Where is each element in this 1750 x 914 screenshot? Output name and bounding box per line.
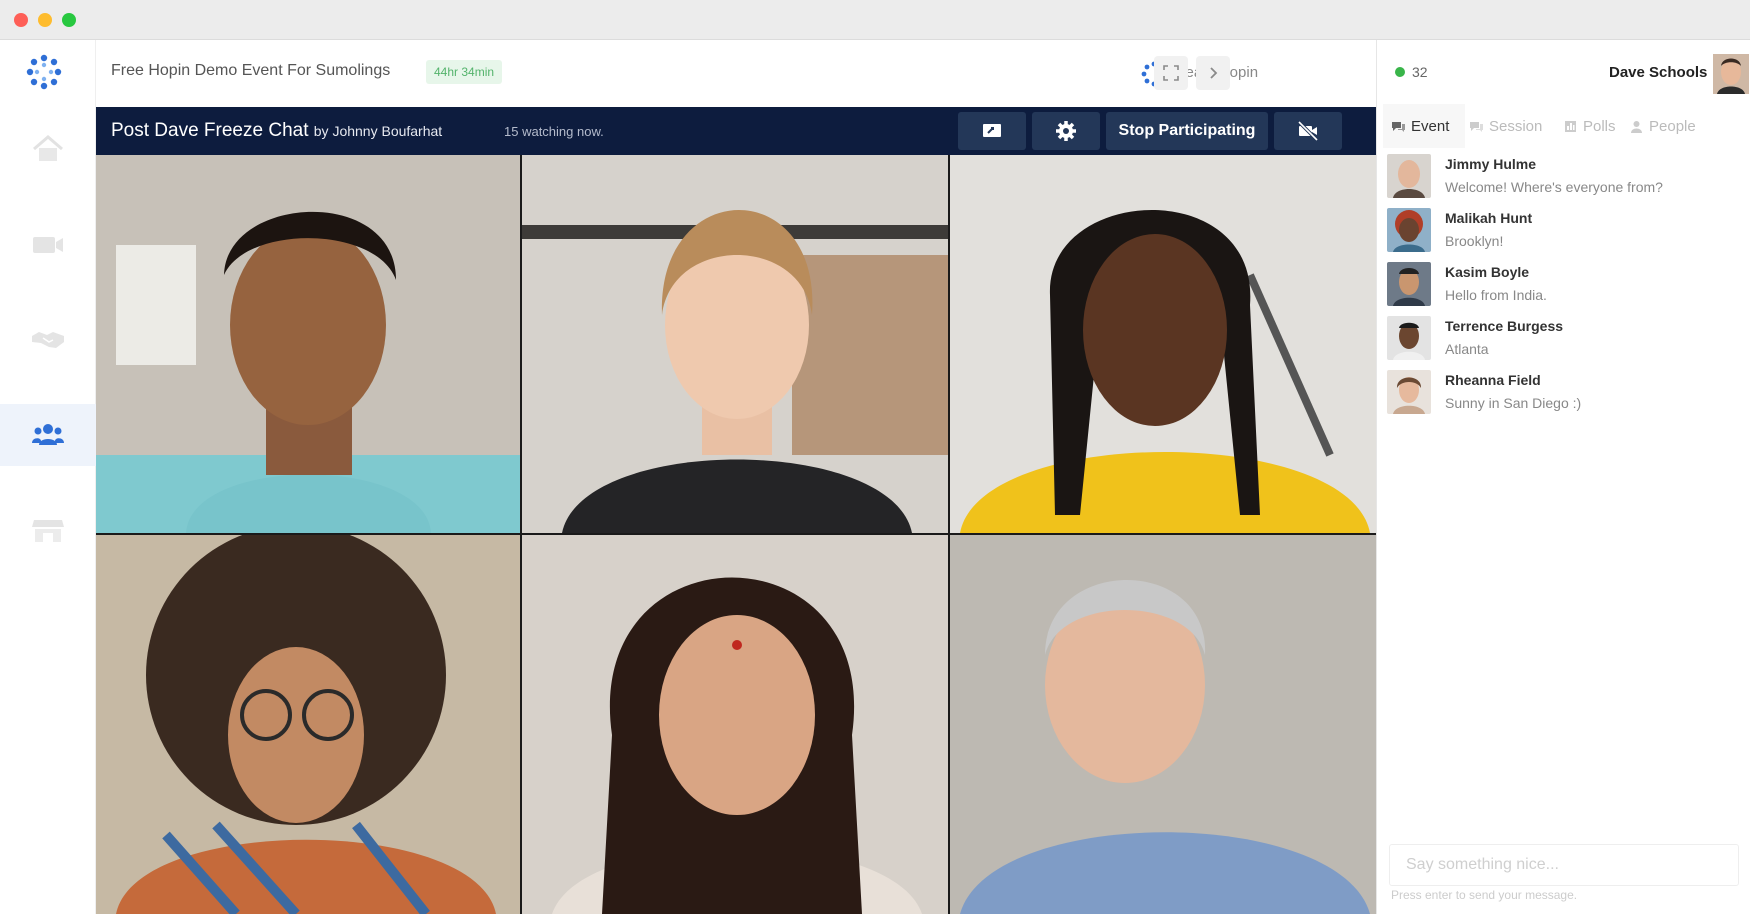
settings-button[interactable] <box>1032 112 1100 150</box>
watching-count: 15 watching now. <box>504 124 604 139</box>
sidebar-item-networking[interactable] <box>0 308 96 370</box>
camera-off-button[interactable] <box>1274 112 1342 150</box>
chat-text: Brooklyn! <box>1445 233 1504 249</box>
camera-off-icon <box>1297 120 1319 142</box>
tab-polls[interactable]: Polls <box>1563 104 1616 148</box>
fullscreen-icon <box>1163 65 1179 81</box>
current-user-name[interactable]: Dave Schools <box>1609 64 1707 81</box>
session-title: Post Dave Freeze Chat <box>111 120 309 141</box>
chat-icon <box>1392 121 1405 132</box>
person-icon <box>1631 120 1642 133</box>
session-bar: Post Dave Freeze Chat by Johnny Boufarha… <box>96 107 1376 155</box>
left-sidebar <box>0 40 96 914</box>
chat-panel: 32 Dave Schools Event Session Polls Peop… <box>1376 40 1750 914</box>
chat-author[interactable]: Kasim Boyle <box>1445 264 1529 280</box>
hopin-logo-icon[interactable] <box>24 52 64 92</box>
people-icon <box>32 424 64 445</box>
video-tile-participant-5[interactable] <box>522 535 948 914</box>
online-status-dot <box>1395 67 1405 77</box>
tab-event[interactable]: Event <box>1383 104 1465 148</box>
collapse-panel-button[interactable] <box>1196 56 1230 90</box>
avatar[interactable] <box>1387 208 1431 252</box>
window-titlebar <box>0 0 1750 40</box>
chat-text: Welcome! Where's everyone from? <box>1445 179 1663 195</box>
sidebar-item-sessions[interactable] <box>0 404 96 466</box>
window-minimize-button[interactable] <box>38 13 52 27</box>
screen-share-button[interactable] <box>958 112 1026 150</box>
chat-author[interactable]: Terrence Burgess <box>1445 318 1563 334</box>
home-icon <box>33 135 63 161</box>
booth-icon <box>32 520 64 542</box>
chat-text: Sunny in San Diego :) <box>1445 395 1582 411</box>
video-tile-participant-1[interactable] <box>96 155 520 533</box>
screen-share-icon <box>983 124 1001 137</box>
chat-tabs: Event Session Polls People <box>1377 104 1750 148</box>
window-close-button[interactable] <box>14 13 28 27</box>
chevron-right-icon <box>1210 67 1218 79</box>
chat-author[interactable]: Rheanna Field <box>1445 372 1541 388</box>
chat-message: Jimmy Hulme Welcome! Where's everyone fr… <box>1377 150 1750 204</box>
gear-icon <box>1056 121 1076 141</box>
tab-people[interactable]: People <box>1629 104 1696 148</box>
chat-input-hint: Press enter to send your message. <box>1391 888 1578 902</box>
chat-message: Kasim Boyle Hello from India. <box>1377 258 1750 312</box>
handshake-icon <box>32 332 64 348</box>
video-tile-participant-2[interactable] <box>522 155 948 533</box>
chat-message: Terrence Burgess Atlanta <box>1377 312 1750 366</box>
chat-message-list: Jimmy Hulme Welcome! Where's everyone fr… <box>1377 150 1750 420</box>
video-grid <box>96 155 1376 914</box>
chat-message: Rheanna Field Sunny in San Diego :) <box>1377 366 1750 420</box>
avatar[interactable] <box>1387 154 1431 198</box>
video-camera-icon <box>33 237 63 253</box>
avatar[interactable] <box>1387 262 1431 306</box>
session-host: by Johnny Boufarhat <box>313 123 443 139</box>
avatar[interactable] <box>1387 370 1431 414</box>
tab-polls-label: Polls <box>1583 117 1616 135</box>
sidebar-item-home[interactable] <box>0 118 96 180</box>
stop-participating-button[interactable]: Stop Participating <box>1106 112 1268 150</box>
fullscreen-button[interactable] <box>1154 56 1188 90</box>
event-header: Free Hopin Demo Event For Sumolings 44hr… <box>96 40 1376 107</box>
session-title-line: Post Dave Freeze Chat by Johnny Boufarha… <box>111 120 442 142</box>
chat-text: Atlanta <box>1445 341 1489 357</box>
chat-author[interactable]: Malikah Hunt <box>1445 210 1532 226</box>
video-tile-participant-4[interactable] <box>96 535 520 914</box>
avatar[interactable] <box>1387 316 1431 360</box>
tab-event-label: Event <box>1411 117 1450 135</box>
event-title: Free Hopin Demo Event For Sumolings <box>111 62 391 79</box>
online-count: 32 <box>1412 64 1428 80</box>
chat-text: Hello from India. <box>1445 287 1547 303</box>
chat-message: Malikah Hunt Brooklyn! <box>1377 204 1750 258</box>
chat-author[interactable]: Jimmy Hulme <box>1445 156 1536 172</box>
tab-session[interactable]: Session <box>1469 104 1542 148</box>
avatar[interactable] <box>1713 54 1749 94</box>
event-timer-badge: 44hr 34min <box>426 60 503 84</box>
sidebar-item-stage[interactable] <box>0 214 96 276</box>
video-tile-participant-3[interactable] <box>950 155 1376 533</box>
video-tile-participant-6[interactable] <box>950 535 1376 914</box>
chat-input[interactable] <box>1389 844 1739 886</box>
chat-icon <box>1470 121 1483 132</box>
poll-icon <box>1565 120 1576 132</box>
tab-people-label: People <box>1649 117 1696 135</box>
tab-session-label: Session <box>1489 117 1543 135</box>
sidebar-item-expo[interactable] <box>0 498 96 560</box>
window-maximize-button[interactable] <box>62 13 76 27</box>
